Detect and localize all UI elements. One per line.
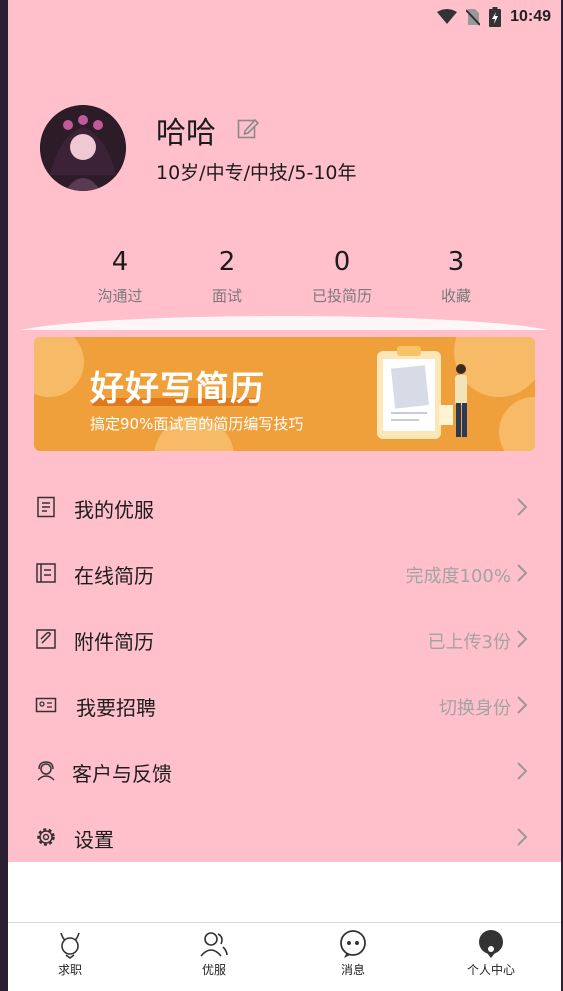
stat-value: 2 — [218, 247, 236, 277]
bottom-tab-bar: 求职 优服 消息 个人中心 — [8, 922, 561, 991]
menu-item-support-feedback[interactable]: 客户与反馈 — [8, 739, 561, 805]
chevron-right-icon — [517, 498, 528, 516]
status-time: 10:49 — [510, 8, 551, 25]
attachment-icon — [36, 629, 56, 649]
menu-label: 我要招聘 — [76, 696, 156, 720]
user-info: 10岁/中专/中技/5-10年 — [156, 162, 357, 184]
chevron-right-icon — [517, 630, 528, 648]
stat-favorites[interactable]: 3 收藏 — [401, 245, 511, 306]
stat-value: 4 — [111, 247, 129, 277]
resume-icon — [36, 563, 56, 583]
menu-value: 完成度100% — [405, 566, 511, 587]
tab-label: 优服 — [201, 963, 226, 977]
tab-job-search[interactable]: 求职 — [25, 929, 115, 978]
tab-profile[interactable]: 个人中心 — [446, 929, 536, 978]
stat-label: 面试 — [211, 287, 242, 305]
stat-label: 已投简历 — [311, 287, 372, 305]
menu-value: 切换身份 — [439, 698, 511, 719]
banner-subtitle: 搞定90%面试官的简历编写技巧 — [90, 415, 304, 433]
tab-label: 消息 — [340, 963, 365, 977]
stat-chatted[interactable]: 4 沟通过 — [65, 245, 175, 306]
chevron-right-icon — [517, 564, 528, 582]
menu-item-my-services[interactable]: 我的优服 — [8, 475, 561, 541]
status-bar: 10:49 — [437, 6, 551, 28]
chevron-right-icon — [517, 696, 528, 714]
banner-decoration — [499, 397, 535, 451]
menu-item-online-resume[interactable]: 在线简历 完成度100% — [8, 541, 561, 607]
edit-icon[interactable] — [237, 117, 259, 139]
menu-item-recruit[interactable]: 我要招聘 切换身份 — [8, 673, 561, 739]
document-icon — [37, 496, 55, 518]
stat-label: 沟通过 — [97, 287, 143, 305]
phone-screen: 10:49 哈哈 10岁/中专/中技/5-10年 4 沟通过 2 面试 0 已投 — [8, 0, 561, 991]
gear-icon — [37, 828, 55, 846]
menu-item-settings[interactable]: 设置 — [8, 805, 561, 871]
menu-label: 在线简历 — [74, 564, 154, 588]
menu-label: 我的优服 — [74, 498, 154, 522]
banner-decoration — [34, 337, 84, 397]
menu-label: 客户与反馈 — [72, 762, 172, 786]
stat-label: 收藏 — [440, 287, 471, 305]
tab-services[interactable]: 优服 — [169, 929, 259, 978]
tab-label: 求职 — [57, 963, 82, 977]
headset-icon — [37, 761, 55, 781]
menu-label: 附件简历 — [74, 630, 154, 654]
id-card-icon — [35, 697, 57, 713]
battery-icon — [489, 7, 502, 27]
clipboard-illustration-icon — [377, 346, 467, 439]
profile-icon — [479, 930, 503, 958]
stat-applied[interactable]: 0 已投简历 — [287, 245, 397, 306]
stat-interview[interactable]: 2 面试 — [172, 245, 282, 306]
stat-value: 3 — [447, 247, 465, 277]
job-search-icon — [60, 932, 80, 959]
message-icon — [340, 930, 366, 958]
avatar[interactable] — [40, 105, 126, 191]
banner-title: 好好写简历 — [90, 369, 265, 409]
chevron-right-icon — [517, 828, 528, 846]
tab-label: 个人中心 — [466, 963, 515, 977]
menu-item-attachment-resume[interactable]: 附件简历 已上传3份 — [8, 607, 561, 673]
people-icon — [200, 932, 228, 957]
wifi-icon — [437, 9, 458, 24]
user-name: 哈哈 — [156, 116, 216, 151]
stat-value: 0 — [333, 247, 351, 277]
resume-tips-banner[interactable]: 好好写简历 搞定90%面试官的简历编写技巧 — [34, 337, 535, 451]
tab-messages[interactable]: 消息 — [308, 929, 398, 978]
menu-value: 已上传3份 — [427, 632, 511, 653]
no-sim-icon — [466, 9, 481, 26]
menu-label: 设置 — [74, 828, 114, 852]
chevron-right-icon — [517, 762, 528, 780]
